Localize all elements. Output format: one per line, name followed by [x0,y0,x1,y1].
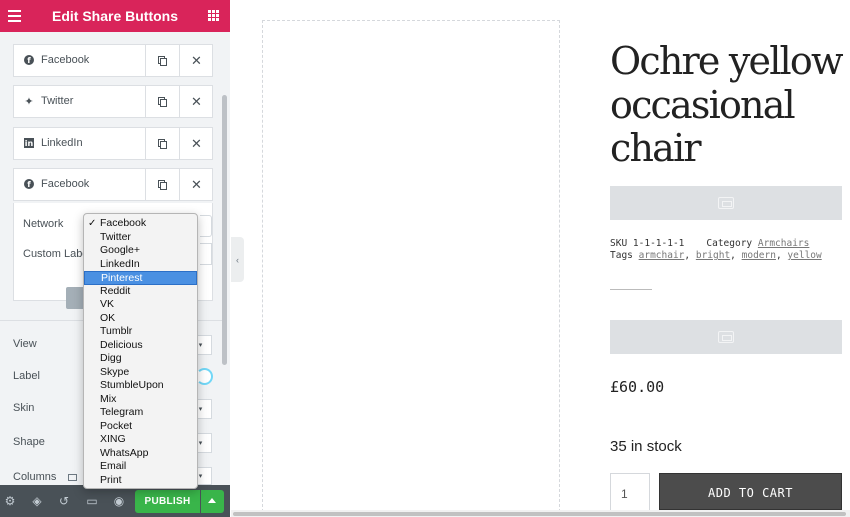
history-icon[interactable]: ↺ [57,494,71,508]
duplicate-button[interactable] [145,128,179,159]
product-image-placeholder [262,20,560,517]
facebook-icon: f [24,55,34,65]
copy-icon [158,55,167,66]
view-label: View [13,338,37,350]
quantity-input[interactable]: 1 [610,473,650,510]
duplicate-button[interactable] [145,169,179,200]
linkedin-icon: in [24,138,34,148]
product-meta-sku-category: SKU 1-1-1-1-1 Category Armchairs [610,238,810,249]
repeater-item-label: Facebook [41,178,90,190]
network-option-reddit[interactable]: Reddit [84,285,197,299]
app-root: Edit Share Buttons f Facebook ✕ ✦ Twitter … [0,0,850,517]
settings-gear-icon[interactable]: ⚙ [3,494,17,508]
columns-label: Columns [13,471,78,483]
network-option-digg[interactable]: Digg [84,352,197,366]
widgets-grid-icon[interactable] [208,10,219,21]
product-title: Ochre yellow occasional chair [610,39,844,170]
network-option-pinterest[interactable]: Pinterest [84,271,197,285]
remove-button[interactable]: ✕ [179,45,213,76]
shape-label: Shape [13,436,45,448]
publish-options-button[interactable] [201,490,224,513]
close-icon: ✕ [191,176,202,192]
widget-placeholder-icon [718,331,734,343]
network-option-ok[interactable]: OK [84,312,197,326]
copy-icon [158,96,167,107]
monitor-icon[interactable] [68,473,78,481]
stock-status: 35 in stock [610,438,682,455]
add-to-cart-button[interactable]: ADD TO CART [659,473,842,510]
checkmark-icon: ✓ [88,218,97,229]
collapse-panel-button[interactable]: ‹ [231,237,244,282]
tag-link[interactable]: modern [742,250,776,261]
network-option-stumbleupon[interactable]: StumbleUpon [84,379,197,393]
horizontal-scrollbar[interactable] [231,510,850,517]
custom-label-label: Custom Label [23,248,91,260]
network-option-skype[interactable]: Skype [84,366,197,380]
panel-scrollbar[interactable] [222,95,227,365]
network-option-google-[interactable]: Google+ [84,244,197,258]
network-option-linkedin[interactable]: LinkedIn [84,258,197,272]
widget-placeholder [610,186,842,220]
custom-label-input[interactable] [200,243,212,265]
close-icon: ✕ [191,52,202,68]
network-option-pocket[interactable]: Pocket [84,420,197,434]
network-label: Network [23,218,64,230]
product-meta-tags: Tags armchair, bright, modern, yellow [610,250,822,261]
navigator-layers-icon[interactable]: ◈ [30,494,44,508]
tag-link[interactable]: yellow [787,250,821,261]
remove-button[interactable]: ✕ [179,169,213,200]
editor-panel: Edit Share Buttons f Facebook ✕ ✦ Twitter … [0,0,230,517]
category-link[interactable]: Armchairs [758,238,809,249]
network-option-whatsapp[interactable]: WhatsApp [84,447,197,461]
panel-title: Edit Share Buttons [51,8,178,24]
remove-button[interactable]: ✕ [179,128,213,159]
network-option-facebook[interactable]: ✓ Facebook [84,217,197,231]
close-icon: ✕ [191,93,202,109]
network-option-twitter[interactable]: Twitter [84,231,197,245]
repeater-item-label: Twitter [41,95,74,107]
repeater-item-label: Facebook [41,54,90,66]
tag-link[interactable]: bright [696,250,730,261]
publish-button[interactable]: PUBLISH [135,490,200,513]
widget-placeholder [610,320,842,354]
close-icon: ✕ [191,135,202,151]
remove-button[interactable]: ✕ [179,86,213,117]
panel-header: Edit Share Buttons [0,0,230,32]
product-price: £60.00 [610,378,665,396]
twitter-icon: ✦ [24,94,34,108]
preview-eye-icon[interactable]: ◉ [112,494,126,508]
duplicate-button[interactable] [145,45,179,76]
repeater-item-linkedin[interactable]: in LinkedIn ✕ [13,127,213,160]
skin-label: Skin [13,402,35,414]
copy-icon [158,138,167,149]
tag-link[interactable]: armchair [639,250,685,261]
chevron-left-icon: ‹ [236,254,239,265]
network-option-print[interactable]: Print [84,474,197,488]
divider [610,289,652,290]
network-dropdown-list: ✓ Facebook Twitter Google+ LinkedIn Pinterest… [83,213,198,489]
panel-footer: ⚙ ◈ ↺ ▭ ◉ PUBLISH [0,485,230,517]
widget-placeholder-icon [718,197,734,209]
copy-icon [158,179,167,190]
duplicate-button[interactable] [145,86,179,117]
repeater-item-facebook[interactable]: f Facebook ✕ [13,44,213,77]
network-option-telegram[interactable]: Telegram [84,406,197,420]
network-option-xing[interactable]: XING [84,433,197,447]
network-option-vk[interactable]: VK [84,298,197,312]
network-option-email[interactable]: Email [84,460,197,474]
network-option-delicious[interactable]: Delicious [84,339,197,353]
repeater-item-facebook-open[interactable]: f Facebook ✕ [13,168,213,201]
responsive-monitor-icon[interactable]: ▭ [85,494,99,508]
repeater-item-twitter[interactable]: ✦ Twitter ✕ [13,85,213,118]
facebook-icon: f [24,179,34,189]
network-select[interactable] [200,215,212,237]
network-option-tumblr[interactable]: Tumblr [84,325,197,339]
label-toggle[interactable] [196,368,213,385]
repeater-item-label: LinkedIn [41,137,83,149]
network-option-mix[interactable]: Mix [84,393,197,407]
label-label: Label [13,370,40,382]
